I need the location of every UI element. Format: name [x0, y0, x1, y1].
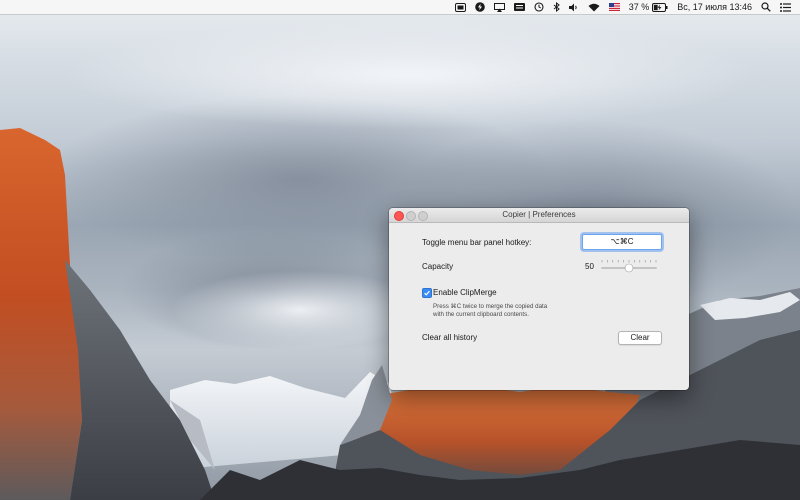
battery-percent: 37 % [628, 2, 650, 12]
clipmerge-label[interactable]: Enable ClipMerge [433, 288, 497, 297]
clipmerge-help-line2: with the current clipboard contents. [433, 311, 529, 318]
battery-icon[interactable] [652, 0, 668, 14]
clear-button[interactable]: Clear [618, 331, 662, 345]
spotlight-search-icon[interactable] [761, 0, 771, 14]
bluetooth-icon[interactable] [553, 0, 560, 14]
slider-knob [624, 263, 634, 273]
window-titlebar[interactable]: Copier | Preferences [389, 208, 689, 223]
hotkey-field[interactable]: ⌥⌘C [582, 234, 662, 250]
window-title: Copier | Preferences [502, 210, 576, 219]
clock[interactable]: Вс, 17 июля 13:46 [677, 0, 752, 14]
time-machine-icon[interactable] [534, 0, 544, 14]
hotkey-label: Toggle menu bar panel hotkey: [422, 238, 532, 247]
screen-capture-icon[interactable] [454, 0, 466, 14]
airplay-icon[interactable] [493, 0, 505, 14]
clipmerge-checkbox[interactable] [422, 288, 432, 298]
checkmark-icon [424, 290, 430, 296]
capacity-label: Capacity [422, 262, 454, 271]
clipmerge-help-line1: Press ⌘C twice to merge the copied data [433, 303, 548, 310]
preferences-window: Copier | Preferences Toggle menu bar pan… [389, 208, 689, 390]
capacity-value: 50 [585, 262, 594, 271]
power-bolt-icon[interactable] [474, 0, 485, 14]
notification-center-icon[interactable] [780, 0, 791, 14]
menu-bar: 37 % Вс, 17 июля 13:46 [0, 0, 800, 15]
clear-history-label: Clear all history [422, 333, 478, 342]
volume-icon[interactable] [568, 0, 579, 14]
wifi-icon[interactable] [588, 0, 600, 14]
capacity-slider[interactable] [600, 258, 658, 274]
us-flag-icon[interactable] [608, 0, 620, 14]
keyboard-icon[interactable] [513, 0, 525, 14]
